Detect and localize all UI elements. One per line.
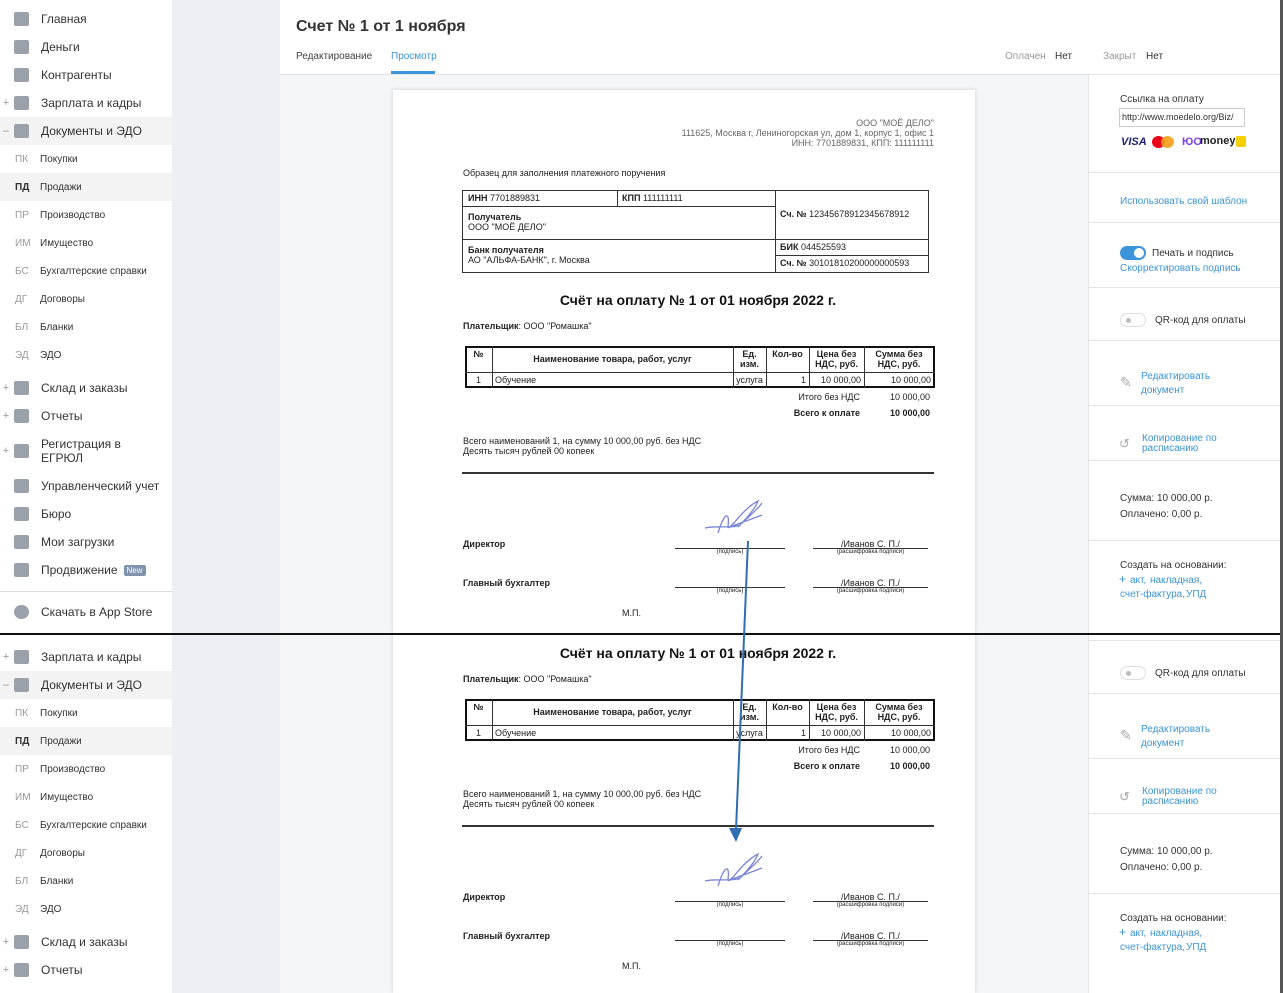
arrow-head [729,828,742,842]
annotation-arrow [729,540,749,842]
arrow-line [735,540,749,831]
